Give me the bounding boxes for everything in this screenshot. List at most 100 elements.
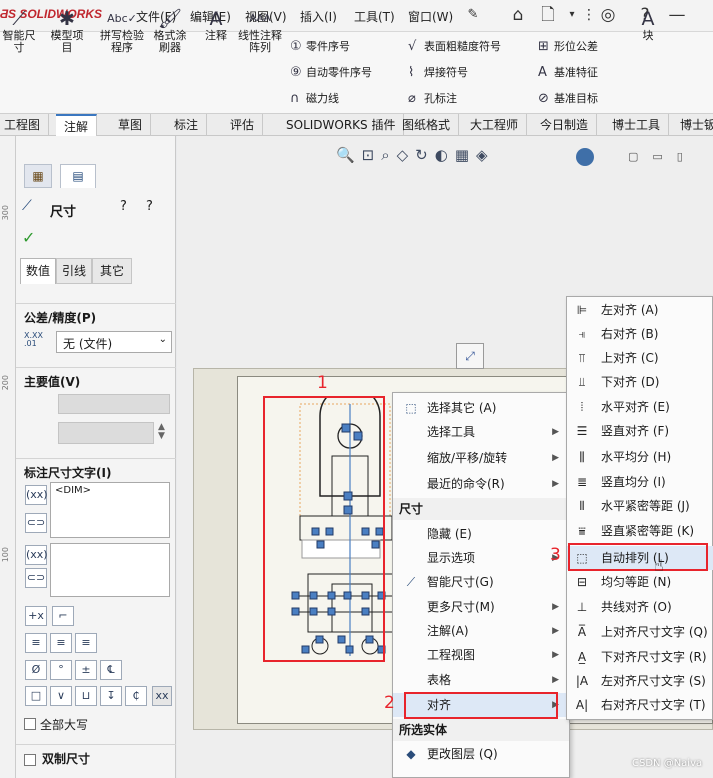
menu-item-tables[interactable]: 表格 ▶ [393, 668, 569, 692]
menu-item-zoom-pan-rotate[interactable]: 缩放/平移/旋转 ▶ [393, 446, 569, 470]
auto-balloon-button[interactable]: ⑨ 自动零件序号 [290, 64, 372, 80]
dimension-text-below-input[interactable] [50, 543, 170, 597]
menu-item-select-other[interactable]: ⬚ 选择其它 (A) [393, 396, 569, 420]
tab-drawing[interactable]: 工程图 [0, 114, 50, 136]
block-button[interactable]: A块 [636, 8, 660, 42]
window-controls[interactable]: ▢▭▯ [628, 150, 697, 163]
pm-tab-value[interactable]: 数值 [20, 258, 56, 284]
help-icon[interactable]: ? [146, 199, 153, 214]
tab-today-manufacture[interactable]: 今日制造 [532, 114, 598, 136]
justify-right-icon[interactable]: ≡ [75, 633, 97, 653]
primary-value-section-header[interactable]: 主要值(V) [16, 367, 176, 391]
menu-item-drawing-views[interactable]: 工程视图 ▶ [393, 643, 569, 667]
model-items-button[interactable]: ✱ 模型项目 [46, 8, 88, 54]
datum-target-button[interactable]: ⊘ 基准目标 [538, 90, 598, 106]
datum-feature-button[interactable]: A 基准特征 [538, 64, 598, 80]
linear-note-pattern-button[interactable]: AAA 线性注释阵列 [237, 8, 283, 54]
tab-addins[interactable]: SOLIDWORKS 插件 [278, 114, 405, 136]
dual-dimension-section[interactable]: 双制尺寸 [16, 744, 176, 768]
menu-item-more-dimensions[interactable]: 更多尺寸(M) ▶ [393, 595, 569, 619]
menu-item-smart-dimension[interactable]: ⟋ 智能尺寸(G) [393, 570, 569, 594]
submenu-align-left[interactable]: ⊫ 左对齐 (A) [567, 298, 713, 322]
weld-symbol-button[interactable]: ⌇ 焊接符号 [408, 64, 468, 80]
submenu-even-spacing[interactable]: ⊟ 均匀等距 (N) [567, 570, 713, 594]
submenu-align-horizontal[interactable]: ⦙ 水平对齐 (E) [567, 395, 713, 419]
justify-left-icon[interactable]: ≡ [25, 633, 47, 653]
inspection-icon[interactable]: ⊂⊃ [25, 513, 47, 533]
submenu-bottom-align-text[interactable]: A̲ 下对齐尺寸文字 (R) [567, 645, 713, 669]
spin-icon[interactable]: ▲ ▼ [158, 423, 165, 441]
menu-item-selection-tools[interactable]: 选择工具 ▶ [393, 420, 569, 444]
property-manager-tab-icon[interactable]: ▤ [60, 164, 96, 188]
pm-tab-other[interactable]: 其它 [92, 258, 132, 284]
submenu-top-align-text[interactable]: A̅ 上对齐尺寸文字 (Q) [567, 620, 713, 644]
add-parentheses-icon[interactable]: (xx) [25, 545, 48, 565]
leader-icon[interactable]: ⌐ [52, 606, 74, 626]
dimension-text-section-header[interactable]: 标注尺寸文字(I) [16, 458, 176, 482]
view-selector-icon[interactable]: ⤢ [456, 343, 484, 369]
insert-text-icon[interactable]: +x [25, 606, 47, 626]
note-button[interactable]: A 注释 [200, 8, 232, 42]
menu-insert[interactable]: 插入(I) [300, 8, 337, 25]
tab-big-engineer[interactable]: 大工程师 [462, 114, 528, 136]
minimize-icon[interactable]: — [666, 4, 688, 26]
submenu-collinear-align[interactable]: ⊥ 共线对齐 (O) [567, 595, 713, 619]
primary-value-override-field[interactable] [58, 422, 154, 444]
pm-tab-leaders[interactable]: 引线 [56, 258, 92, 284]
countersink-icon[interactable]: ∨ [50, 686, 72, 706]
user-icon[interactable]: ◎ [597, 4, 619, 26]
submenu-align-right[interactable]: ⫣ 右对齐 (B) [567, 322, 713, 346]
primary-value-field[interactable] [58, 394, 170, 414]
more-symbols-icon[interactable]: ₵ [125, 686, 147, 706]
balloon-button[interactable]: ① 零件序号 [290, 38, 350, 54]
new-document-icon[interactable]: 🗋 [537, 4, 559, 26]
submenu-tight-vertical[interactable]: ⩸ 竖直紧密等距 (K) [567, 519, 713, 543]
heads-up-view-toolbar[interactable]: 🔍⊡⌕◇↻◐▦◈ [336, 146, 606, 168]
dimension-text-input[interactable]: <DIM> [50, 482, 170, 538]
menu-item-hide[interactable]: 隐藏 (E) [393, 522, 569, 546]
help-icon[interactable]: ? [120, 199, 127, 214]
submenu-space-horizontal[interactable]: ⫼ 水平均分 (H) [567, 445, 713, 469]
menu-item-recent-commands[interactable]: 最近的命令(R) ▶ [393, 472, 569, 496]
justify-center-icon[interactable]: ≡ [50, 633, 72, 653]
submenu-right-align-text[interactable]: A| 右对齐尺寸文字 (T) [567, 693, 713, 717]
submenu-align-bottom[interactable]: ⫫ 下对齐 (D) [567, 370, 713, 394]
feature-tree-tab-icon[interactable]: ▦ [24, 164, 52, 188]
menu-item-change-layer[interactable]: ◆ 更改图层 (Q) [393, 742, 569, 766]
smart-dimension-button[interactable]: ⟋ 智能尺寸 [0, 8, 38, 54]
degree-symbol-icon[interactable]: ° [50, 660, 72, 680]
home-icon[interactable]: ⌂ [507, 4, 529, 26]
tab-doctor-sheetmetal[interactable]: 博士钣 [672, 114, 713, 136]
surface-finish-button[interactable]: √ 表面粗糙度符号 [408, 38, 501, 54]
menu-item-display-options[interactable]: 显示选项 ▶ [393, 546, 569, 570]
hole-callout-button[interactable]: ⌀ 孔标注 [408, 90, 457, 106]
appearance-icon[interactable] [576, 148, 594, 166]
tolerance-select[interactable]: 无 (文件) ⌄ [56, 331, 172, 353]
geometric-tolerance-button[interactable]: ⊞ 形位公差 [538, 38, 598, 54]
add-parentheses-icon[interactable]: (xx) [25, 485, 48, 505]
submenu-align-vertical[interactable]: ☰ 竖直对齐 (F) [567, 419, 713, 443]
submenu-tight-horizontal[interactable]: ⫴ 水平紧密等距 (J) [567, 494, 713, 518]
submenu-left-align-text[interactable]: |A 左对齐尺寸文字 (S) [567, 669, 713, 693]
inspection-icon[interactable]: ⊂⊃ [25, 568, 47, 588]
dual-dimension-checkbox[interactable] [24, 753, 36, 766]
depth-icon[interactable]: ↧ [100, 686, 122, 706]
counterbore-icon[interactable]: ⊔ [75, 686, 97, 706]
format-painter-button[interactable]: 🖌 格式涂刷器 [150, 8, 190, 54]
tolerance-section-header[interactable]: 公差/精度(P) [16, 303, 176, 327]
menu-item-annotations[interactable]: 注解(A) ▶ [393, 619, 569, 643]
spell-checker-button[interactable]: Abc✓ 拼写检验程序 [98, 8, 146, 54]
submenu-space-vertical[interactable]: ≣ 竖直均分 (I) [567, 470, 713, 494]
tab-markup[interactable]: 标注 [166, 114, 208, 136]
menu-window[interactable]: 窗口(W) [408, 8, 453, 25]
magnetic-line-button[interactable]: ∩ 磁力线 [290, 90, 339, 106]
tab-annotation[interactable]: 注解 [56, 114, 98, 136]
tab-evaluate[interactable]: 评估 [222, 114, 264, 136]
plus-minus-icon[interactable]: ± [75, 660, 97, 680]
square-symbol-icon[interactable]: □ [25, 686, 47, 706]
tab-sketch[interactable]: 草图 [110, 114, 152, 136]
diameter-symbol-icon[interactable]: Ø [25, 660, 47, 680]
tab-sheet-format[interactable]: 图纸格式 [394, 114, 460, 136]
centerline-symbol-icon[interactable]: ℄ [100, 660, 122, 680]
ok-checkmark-icon[interactable]: ✓ [22, 228, 35, 247]
